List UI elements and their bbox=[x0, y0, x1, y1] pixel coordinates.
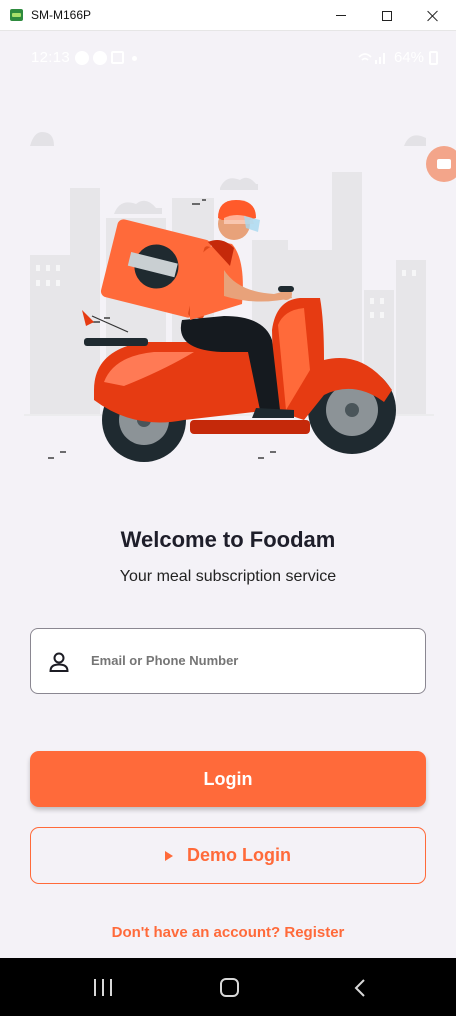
demo-login-label: Demo Login bbox=[187, 845, 291, 865]
battery-icon bbox=[429, 50, 438, 65]
status-right: 64% bbox=[357, 49, 438, 66]
play-icon bbox=[165, 850, 173, 861]
window-titlebar: SM-M166P bbox=[0, 0, 456, 31]
login-button[interactable]: Login bbox=[30, 751, 426, 807]
more-notifications-icon bbox=[132, 56, 137, 61]
email-phone-input[interactable] bbox=[91, 653, 391, 668]
welcome-title: Welcome to Foodam bbox=[120, 527, 336, 552]
video-camera-icon bbox=[437, 159, 451, 169]
recents-icon[interactable] bbox=[94, 979, 112, 996]
email-phone-field[interactable] bbox=[30, 628, 426, 694]
facebook-icon bbox=[93, 51, 107, 65]
delivery-scooter-illustration bbox=[24, 132, 434, 462]
home-icon[interactable] bbox=[220, 978, 239, 997]
maximize-icon bbox=[382, 10, 392, 21]
facebook-icon bbox=[75, 51, 89, 65]
notification-icons bbox=[75, 51, 137, 65]
back-icon[interactable] bbox=[352, 979, 368, 997]
login-button-label: Login bbox=[203, 768, 253, 789]
gallery-icon bbox=[111, 51, 124, 64]
demo-login-button[interactable]: Demo Login bbox=[30, 827, 426, 884]
window-title: SM-M166P bbox=[31, 8, 92, 22]
register-link[interactable]: Don't have an account? Register bbox=[0, 924, 456, 941]
person-icon bbox=[49, 652, 69, 672]
maximize-button[interactable] bbox=[364, 0, 410, 31]
status-time: 12:13 bbox=[31, 49, 71, 66]
minimize-button[interactable] bbox=[318, 0, 364, 31]
wifi-signal-icon bbox=[358, 52, 385, 64]
welcome-subtitle: Your meal subscription service bbox=[119, 568, 337, 585]
close-icon bbox=[427, 10, 439, 22]
close-button[interactable] bbox=[410, 0, 456, 31]
app-icon bbox=[10, 9, 23, 21]
minimize-icon bbox=[336, 15, 346, 16]
navigation-bar bbox=[0, 958, 456, 1016]
battery-percent: 64% bbox=[393, 49, 424, 66]
status-bar: 12:13 64% bbox=[0, 31, 456, 83]
